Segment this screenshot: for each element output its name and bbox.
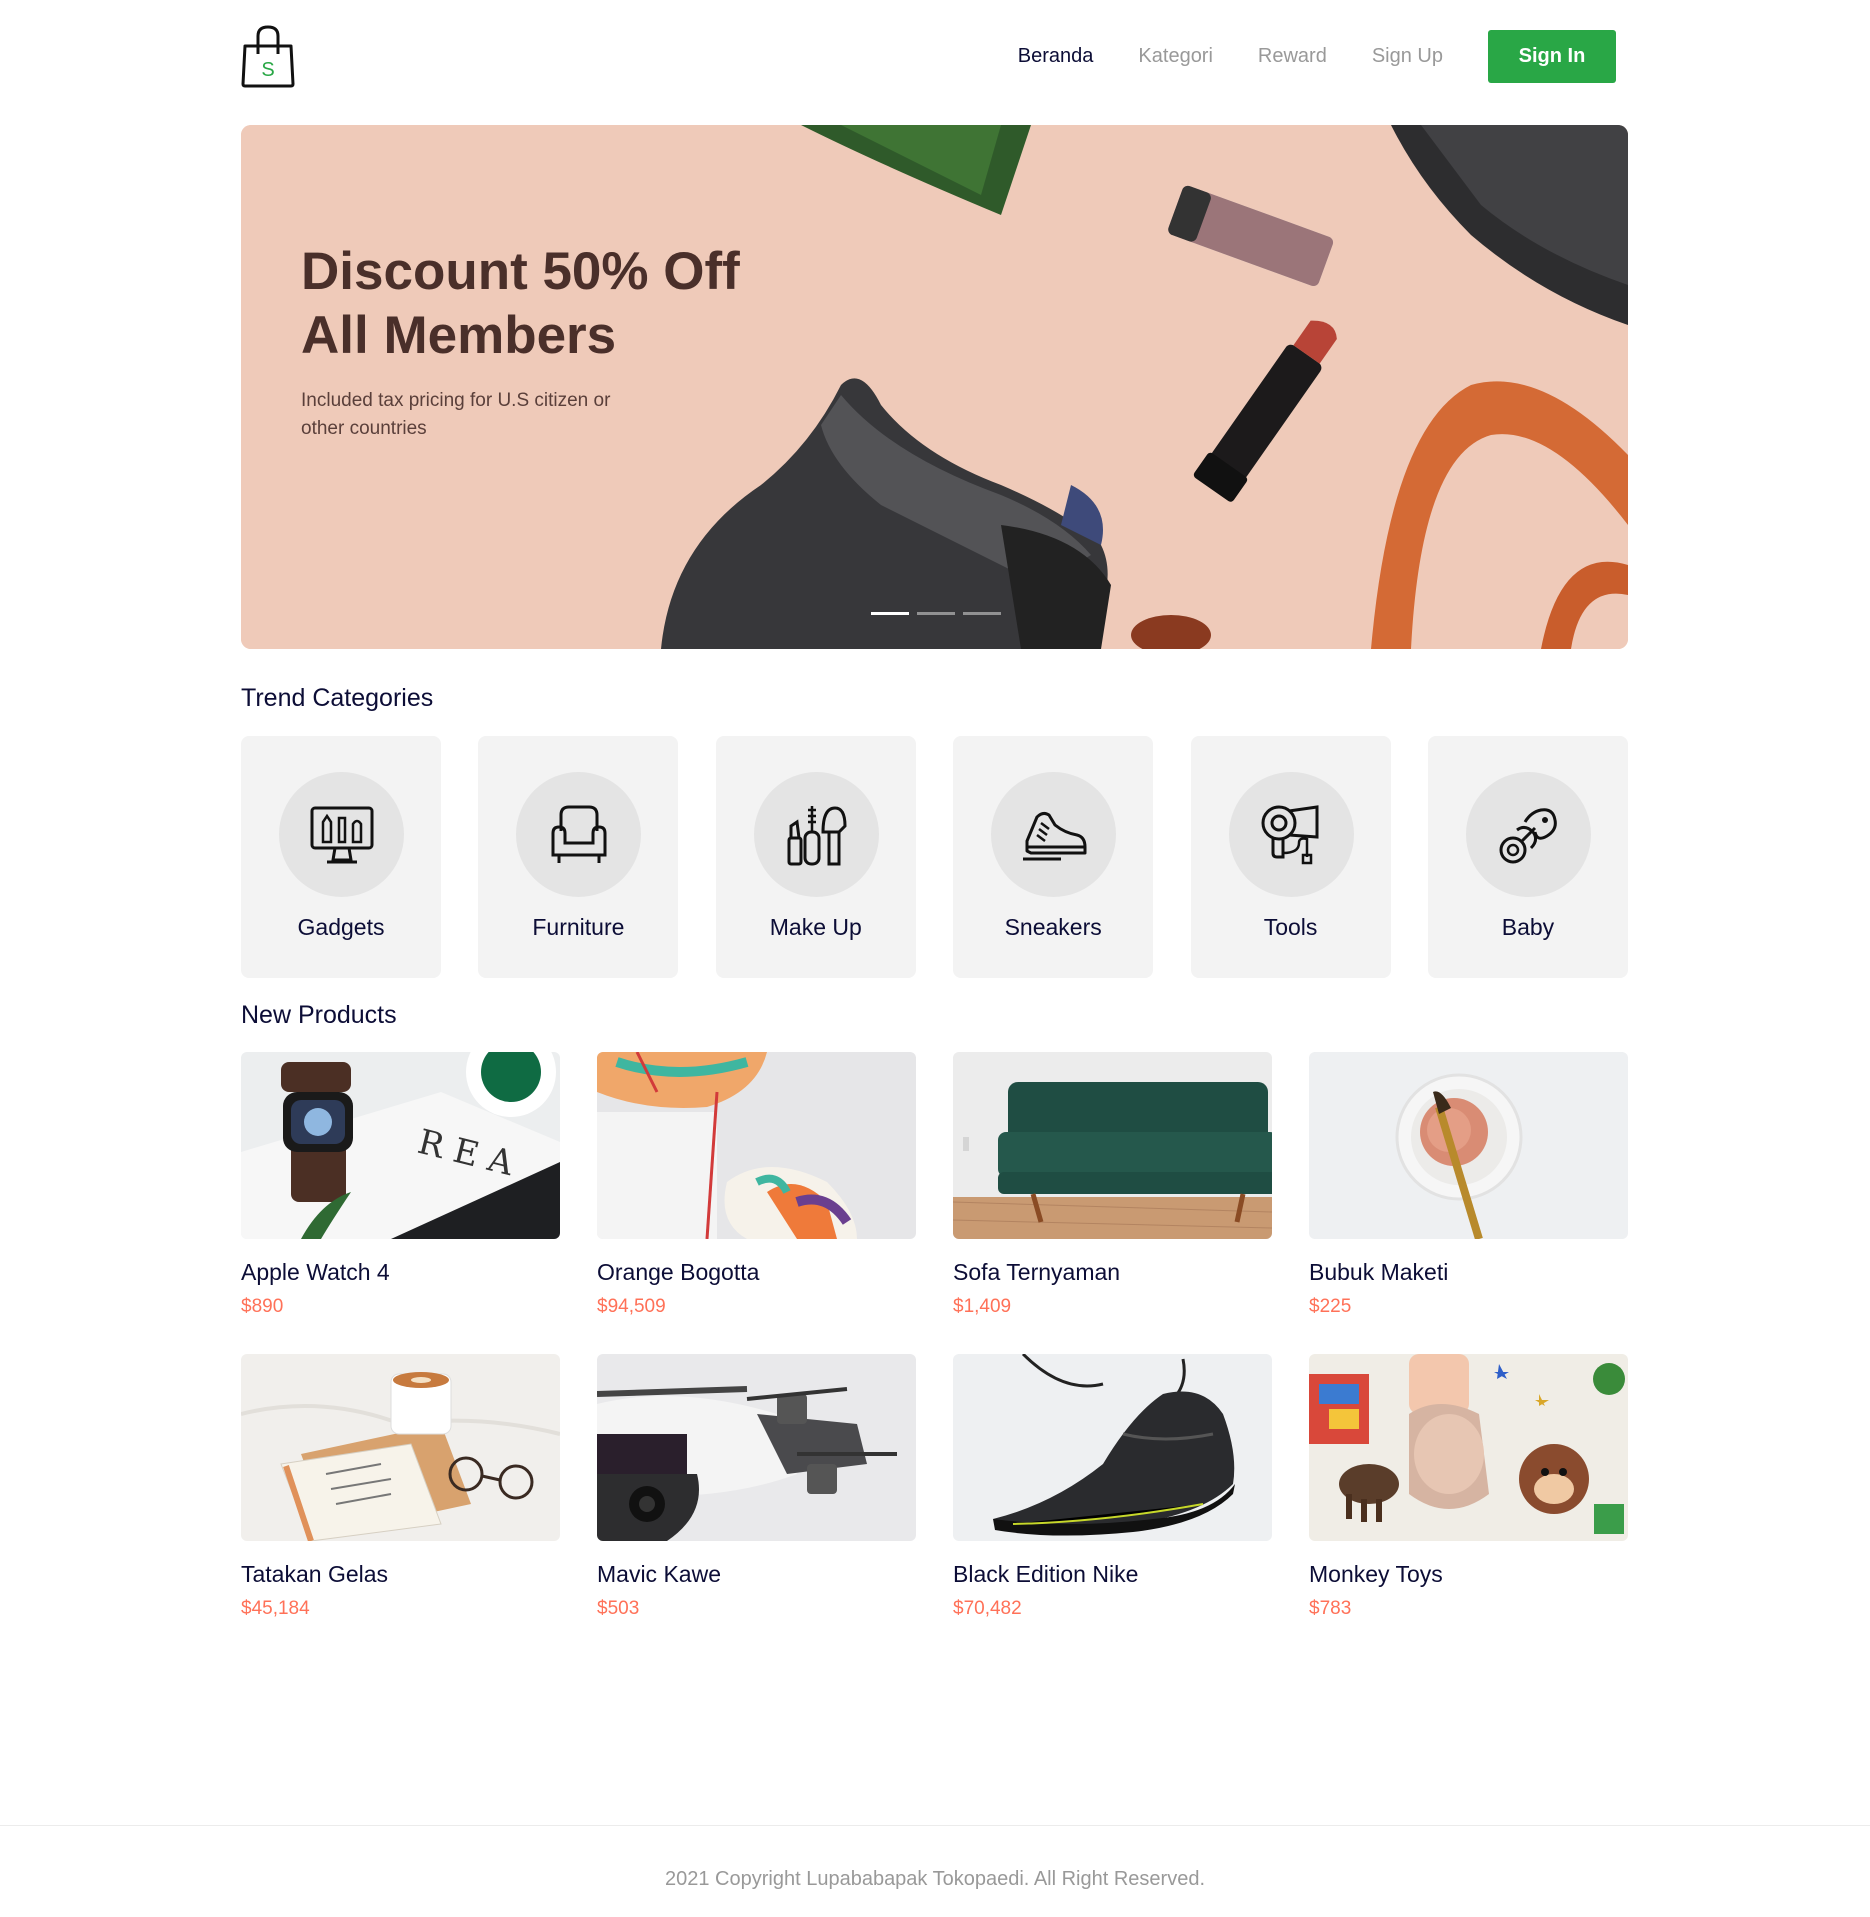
product-name[interactable]: Bubuk Maketi <box>1309 1259 1628 1286</box>
carousel-indicators <box>871 612 1001 615</box>
product-name[interactable]: Tatakan Gelas <box>241 1561 560 1588</box>
product-name[interactable]: Black Edition Nike <box>953 1561 1272 1588</box>
category-card-makeup[interactable]: Make Up <box>715 736 916 978</box>
shopping-bag-logo-icon[interactable]: S <box>241 24 295 88</box>
product-price: $1,409 <box>953 1296 1012 1317</box>
category-label: Tools <box>1263 914 1318 940</box>
categories-list: Gadgets Furniture Make Up Sneakers Tools… <box>241 736 1628 978</box>
nav-reward[interactable]: Reward <box>1258 45 1327 68</box>
sneaker-icon <box>1022 811 1087 860</box>
product-card[interactable]: Black Edition Nike $70,482 <box>953 1354 1272 1620</box>
carousel-indicator-1[interactable] <box>871 612 909 615</box>
product-name[interactable]: Monkey Toys <box>1309 1561 1628 1588</box>
footer: 2021 Copyright Lupababapak Tokopaedi. Al… <box>0 1825 1870 1917</box>
product-card[interactable]: R E A Apple Watch 4 $890 <box>241 1052 560 1318</box>
makeup-icon <box>787 805 847 865</box>
product-image[interactable] <box>241 1354 560 1541</box>
product-price: $503 <box>597 1598 640 1619</box>
nav-category[interactable]: Kategori <box>1138 45 1213 68</box>
nav-home[interactable]: Beranda <box>1018 45 1094 68</box>
categories-title: Trend Categories <box>241 684 434 712</box>
product-name[interactable]: Orange Bogotta <box>597 1259 916 1286</box>
product-price: $45,184 <box>241 1598 310 1619</box>
product-price: $783 <box>1309 1598 1352 1619</box>
carousel-indicator-2[interactable] <box>917 612 955 615</box>
pacifier-icon <box>1499 807 1558 863</box>
category-card-tools[interactable]: Tools <box>1190 736 1391 978</box>
banner-subtitle: Included tax pricing for U.S citizen or … <box>301 387 681 443</box>
product-price: $890 <box>241 1296 284 1317</box>
banner-title: Discount 50% Off All Members <box>301 240 901 368</box>
product-card[interactable]: Bubuk Maketi $225 <box>1309 1052 1628 1318</box>
product-card[interactable]: Mavic Kawe $503 <box>597 1354 916 1620</box>
product-price: $70,482 <box>953 1598 1022 1619</box>
category-label: Sneakers <box>1004 914 1102 940</box>
product-image[interactable] <box>953 1052 1272 1239</box>
product-card[interactable]: Monkey Toys $783 <box>1309 1354 1628 1620</box>
carousel-indicator-3[interactable] <box>963 612 1001 615</box>
product-image[interactable] <box>597 1354 916 1541</box>
product-card[interactable]: Sofa Ternyaman $1,409 <box>953 1052 1272 1318</box>
category-label: Make Up <box>769 914 862 940</box>
product-image[interactable] <box>1309 1052 1628 1239</box>
hair-dryer-icon <box>1261 804 1319 864</box>
product-name[interactable]: Mavic Kawe <box>597 1561 916 1588</box>
category-card-gadgets[interactable]: Gadgets <box>241 736 441 978</box>
product-card[interactable]: Tatakan Gelas $45,184 <box>241 1354 560 1620</box>
banner-subtitle-line2: other countries <box>301 418 427 439</box>
nav-signup[interactable]: Sign Up <box>1372 45 1443 68</box>
product-image[interactable] <box>1309 1354 1628 1541</box>
hero-banner[interactable]: Discount 50% Off All Members Included ta… <box>241 125 1628 649</box>
category-card-sneakers[interactable]: Sneakers <box>953 736 1154 978</box>
product-image[interactable]: R E A <box>241 1052 560 1239</box>
product-card[interactable]: Orange Bogotta $94,509 <box>597 1052 916 1318</box>
category-icon-circle <box>279 772 404 897</box>
main-nav: Beranda Kategori Reward Sign Up Sign In <box>1018 30 1616 83</box>
signin-button[interactable]: Sign In <box>1488 30 1616 83</box>
product-price: $94,509 <box>597 1296 666 1317</box>
product-name[interactable]: Apple Watch 4 <box>241 1259 560 1286</box>
armchair-icon <box>551 805 607 863</box>
product-image[interactable] <box>953 1354 1272 1541</box>
category-icon-circle <box>1228 772 1354 897</box>
header: S Beranda Kategori Reward Sign Up Sign I… <box>241 0 1628 116</box>
products-title: New Products <box>241 1001 397 1029</box>
category-icon-circle <box>516 772 642 897</box>
product-price: $225 <box>1309 1296 1352 1317</box>
product-name[interactable]: Sofa Ternyaman <box>953 1259 1272 1286</box>
category-icon-circle <box>1465 772 1591 897</box>
category-card-baby[interactable]: Baby <box>1427 736 1628 978</box>
category-label: Baby <box>1501 914 1555 940</box>
svg-text:S: S <box>261 59 274 81</box>
products-grid: R E A Apple Watch 4 $890 Orange Bogotta … <box>241 1052 1628 1620</box>
banner-title-line2: All Members <box>301 306 617 365</box>
footer-copyright: 2021 Copyright Lupababapak Tokopaedi. Al… <box>665 1868 1205 1890</box>
banner-subtitle-line1: Included tax pricing for U.S citizen or <box>301 390 611 411</box>
banner-title-line1: Discount 50% Off <box>301 242 740 301</box>
category-label: Gadgets <box>297 914 385 940</box>
gadgets-icon <box>310 806 373 863</box>
category-label: Furniture <box>532 914 625 940</box>
category-card-furniture[interactable]: Furniture <box>478 736 679 978</box>
category-icon-circle <box>753 772 879 897</box>
product-image[interactable] <box>597 1052 916 1239</box>
category-icon-circle <box>991 772 1117 897</box>
